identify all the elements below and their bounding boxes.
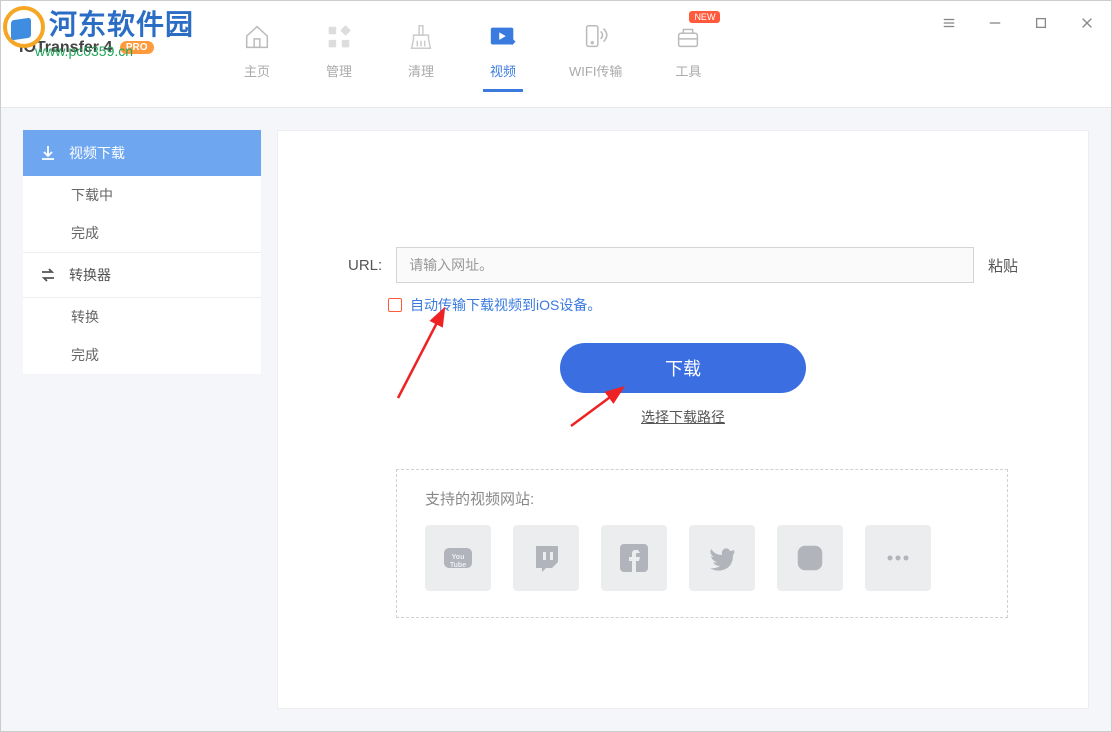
sidebar-download-done-label: 完成: [71, 223, 99, 243]
body-area: 视频下载 下载中 完成 转换器 转换 完成 U: [1, 107, 1111, 731]
more-icon[interactable]: [865, 525, 931, 591]
home-icon: [241, 21, 273, 53]
watermark-url: www.pc0359.cn: [35, 43, 133, 59]
main-panel: URL: 粘贴 自动传输下载视频到iOS设备。 下载 选择下载路径 支持的视频网…: [277, 130, 1089, 709]
sidebar-convert-done[interactable]: 完成: [23, 336, 261, 374]
titlebar-controls: [941, 15, 1095, 31]
nav-tools-label: 工具: [675, 61, 701, 80]
select-path-link[interactable]: 选择下载路径: [641, 407, 725, 427]
supported-sites-title: 支持的视频网站:: [425, 488, 979, 509]
auto-transfer-label: 自动传输下载视频到iOS设备。: [410, 295, 601, 315]
sidebar-converter[interactable]: 转换器: [23, 252, 261, 298]
sidebar-convert-done-label: 完成: [71, 345, 99, 365]
sidebar-converter-label: 转换器: [69, 265, 111, 285]
top-nav: 主页 管理 清理 视频 WIFI传输 NEW: [241, 21, 704, 90]
nav-video-label: 视频: [490, 61, 516, 80]
nav-wifi[interactable]: WIFI传输: [569, 21, 622, 90]
sidebar-convert[interactable]: 转换: [23, 298, 261, 336]
sidebar-convert-label: 转换: [71, 307, 99, 327]
auto-transfer-checkbox[interactable]: [388, 298, 402, 312]
url-label: URL:: [348, 257, 382, 274]
nav-manage-label: 管理: [326, 61, 352, 80]
youtube-icon[interactable]: YouTube: [425, 525, 491, 591]
annotation-arrow-1: [388, 303, 458, 403]
tools-icon: [672, 21, 704, 53]
twitch-icon[interactable]: [513, 525, 579, 591]
supported-sites-box: 支持的视频网站: YouTube: [396, 469, 1008, 618]
minimize-button[interactable]: [987, 15, 1003, 31]
nav-clean[interactable]: 清理: [405, 21, 437, 90]
svg-text:You: You: [452, 554, 465, 561]
new-badge: NEW: [689, 11, 720, 23]
sidebar-downloading[interactable]: 下载中: [23, 176, 261, 214]
sidebar-video-download[interactable]: 视频下载: [23, 130, 261, 176]
twitter-icon[interactable]: [689, 525, 755, 591]
url-input[interactable]: [396, 247, 974, 283]
menu-button[interactable]: [941, 15, 957, 31]
nav-manage[interactable]: 管理: [323, 21, 355, 90]
nav-wifi-label: WIFI传输: [569, 61, 622, 80]
download-button[interactable]: 下载: [560, 343, 806, 393]
watermark-badge-icon: [3, 6, 45, 48]
facebook-icon[interactable]: [601, 525, 667, 591]
nav-video[interactable]: 视频: [487, 21, 519, 90]
instagram-icon[interactable]: [777, 525, 843, 591]
url-row: URL: 粘贴: [348, 247, 1018, 283]
download-icon: [39, 144, 57, 162]
svg-text:Tube: Tube: [450, 562, 466, 569]
maximize-button[interactable]: [1033, 15, 1049, 31]
convert-icon: [39, 266, 57, 284]
clean-icon: [405, 21, 437, 53]
watermark-text: 河东软件园: [49, 9, 194, 40]
nav-tools[interactable]: NEW 工具: [672, 21, 704, 90]
sidebar-video-download-label: 视频下载: [69, 143, 125, 163]
nav-home[interactable]: 主页: [241, 21, 273, 90]
sidebar-download-done[interactable]: 完成: [23, 214, 261, 252]
sidebar-downloading-label: 下载中: [71, 185, 113, 205]
wifi-icon: [580, 21, 612, 53]
manage-icon: [323, 21, 355, 53]
nav-home-label: 主页: [244, 61, 270, 80]
nav-clean-label: 清理: [408, 61, 434, 80]
close-button[interactable]: [1079, 15, 1095, 31]
paste-button[interactable]: 粘贴: [988, 255, 1018, 276]
sidebar: 视频下载 下载中 完成 转换器 转换 完成: [23, 130, 261, 374]
watermark-logo: 河东软件园: [3, 3, 194, 48]
supported-sites-icons: YouTube: [425, 525, 979, 591]
video-icon: [487, 21, 519, 53]
app-window: 河东软件园 www.pc0359.cn IOTransfer 4 PRO 主页: [0, 0, 1112, 732]
auto-transfer-row[interactable]: 自动传输下载视频到iOS设备。: [388, 295, 601, 315]
